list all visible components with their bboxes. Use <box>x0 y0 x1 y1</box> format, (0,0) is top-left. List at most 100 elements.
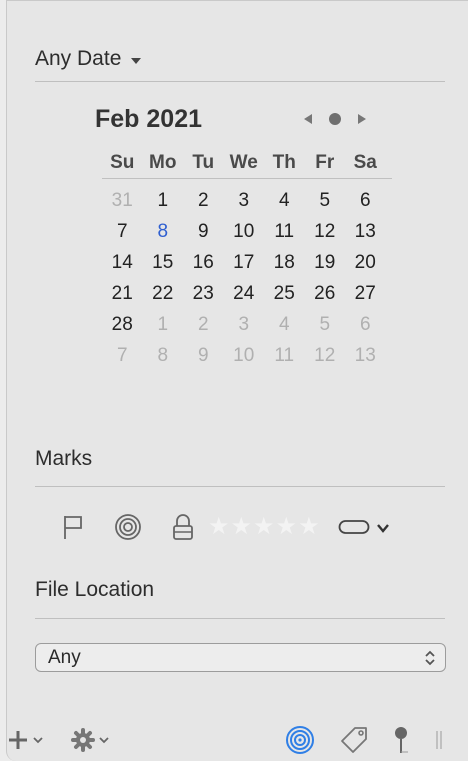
marks-title: Marks <box>35 447 93 470</box>
star-icon[interactable]: ★ <box>208 515 230 539</box>
target-icon[interactable] <box>285 725 315 755</box>
tag-icon[interactable] <box>339 725 369 755</box>
calendar-day[interactable]: 13 <box>345 345 386 367</box>
calendar-week-row: 7 8 9 10 11 12 13 <box>102 216 392 247</box>
calendar-day-today[interactable]: 8 <box>143 221 184 243</box>
calendar-day[interactable]: 1 <box>143 314 184 336</box>
star-icon[interactable]: ★ <box>231 515 253 539</box>
date-filter-dropdown[interactable]: Any Date <box>35 47 445 71</box>
filter-panel: Any Date Feb 2021 Su Mo Tu We Th Fr Sa 31 1 2 3 4 5… <box>6 0 468 761</box>
divider <box>35 486 445 487</box>
calendar-day[interactable]: 25 <box>264 283 305 305</box>
weekday-header: Th <box>272 151 296 173</box>
calendar-day[interactable]: 13 <box>345 221 386 243</box>
date-filter-label: Any Date <box>35 47 122 70</box>
calendar-day[interactable]: 14 <box>102 252 143 274</box>
calendar-day[interactable]: 5 <box>305 190 346 212</box>
calendar-day[interactable]: 27 <box>345 283 386 305</box>
lock-icon[interactable] <box>172 513 194 541</box>
weekday-header: Sa <box>353 151 377 173</box>
chevron-down-icon <box>99 737 109 744</box>
chevron-down-icon[interactable] <box>376 521 390 533</box>
tag-pill-icon[interactable] <box>338 518 370 536</box>
weekday-header: Mo <box>149 151 177 173</box>
calendar-day[interactable]: 12 <box>305 345 346 367</box>
add-menu-button[interactable] <box>7 729 43 751</box>
bottom-toolbar-left <box>7 723 109 757</box>
file-location-select[interactable]: Any <box>35 643 446 672</box>
calendar-day[interactable]: 7 <box>102 345 143 367</box>
star-icon[interactable]: ★ <box>276 515 298 539</box>
calendar-day[interactable]: 11 <box>264 345 305 367</box>
gear-icon <box>71 728 95 752</box>
calendar-day[interactable]: 28 <box>102 314 143 336</box>
calendar-day[interactable]: 20 <box>345 252 386 274</box>
calendar-day[interactable]: 10 <box>224 221 265 243</box>
chevron-down-icon <box>33 737 43 744</box>
previous-month-icon[interactable] <box>304 114 312 124</box>
star-icon[interactable]: ★ <box>298 515 320 539</box>
calendar-day[interactable]: 24 <box>224 283 265 305</box>
divider <box>35 618 445 619</box>
star-icon[interactable]: ★ <box>253 515 275 539</box>
today-dot-icon[interactable] <box>329 113 341 125</box>
rating-stars[interactable]: ★ ★ ★ ★ ★ <box>208 515 320 539</box>
calendar-day[interactable]: 6 <box>345 314 386 336</box>
calendar-day[interactable]: 15 <box>143 252 184 274</box>
resize-handle[interactable] <box>435 729 443 751</box>
bottom-toolbar-right <box>285 723 443 757</box>
calendar-week-row: 28 1 2 3 4 5 6 <box>102 309 392 340</box>
target-icon[interactable] <box>114 513 142 541</box>
calendar-day[interactable]: 10 <box>224 345 265 367</box>
calendar-day[interactable]: 7 <box>102 221 143 243</box>
calendar-grid: Su Mo Tu We Th Fr Sa 31 1 2 3 4 5 6 7 8 9 10 11 12 13 14 15 16… <box>102 147 392 371</box>
weekday-header: Su <box>110 151 135 173</box>
caret-down-icon <box>131 57 142 64</box>
calendar-day[interactable]: 4 <box>264 314 305 336</box>
file-location-value: Any <box>48 646 81 668</box>
calendar-day[interactable]: 18 <box>264 252 305 274</box>
calendar-week-row: 14 15 16 17 18 19 20 <box>102 247 392 278</box>
calendar-day[interactable]: 4 <box>264 190 305 212</box>
calendar-day[interactable]: 3 <box>224 190 265 212</box>
calendar-day[interactable]: 3 <box>224 314 265 336</box>
calendar-day[interactable]: 22 <box>143 283 184 305</box>
calendar-day[interactable]: 1 <box>143 190 184 212</box>
divider <box>35 81 445 82</box>
calendar-day[interactable]: 12 <box>305 221 346 243</box>
calendar-day[interactable]: 5 <box>305 314 346 336</box>
calendar-day[interactable]: 2 <box>183 190 224 212</box>
weekday-header-row: Su Mo Tu We Th Fr Sa <box>102 147 392 178</box>
calendar-day[interactable]: 19 <box>305 252 346 274</box>
marks-row: ★ ★ ★ ★ ★ <box>62 511 390 543</box>
calendar-day[interactable]: 8 <box>143 345 184 367</box>
calendar-month-label: Feb 2021 <box>95 105 203 133</box>
calendar-day[interactable]: 9 <box>183 221 224 243</box>
calendar-day[interactable]: 17 <box>224 252 265 274</box>
calendar-week-row: 21 22 23 24 25 26 27 <box>102 278 392 309</box>
divider <box>102 178 392 179</box>
weekday-header: Tu <box>192 151 215 173</box>
calendar-nav <box>304 113 366 125</box>
action-menu-button[interactable] <box>71 728 109 752</box>
plus-icon <box>9 731 27 749</box>
calendar-week-row: 31 1 2 3 4 5 6 <box>102 185 392 216</box>
pin-icon[interactable] <box>391 725 411 755</box>
next-month-icon[interactable] <box>358 114 366 124</box>
calendar-day[interactable]: 31 <box>102 190 143 212</box>
calendar-week-row: 7 8 9 10 11 12 13 <box>102 340 392 371</box>
calendar-day[interactable]: 11 <box>264 221 305 243</box>
calendar-day[interactable]: 9 <box>183 345 224 367</box>
weekday-header: Fr <box>315 151 335 173</box>
flag-icon[interactable] <box>62 514 84 540</box>
calendar-day[interactable]: 2 <box>183 314 224 336</box>
calendar-day[interactable]: 21 <box>102 283 143 305</box>
calendar-day[interactable]: 23 <box>183 283 224 305</box>
up-down-chevron-icon <box>423 648 437 674</box>
calendar-day[interactable]: 26 <box>305 283 346 305</box>
weekday-header: We <box>229 151 258 173</box>
file-location-title: File Location <box>35 578 155 601</box>
calendar-weeks: 31 1 2 3 4 5 6 7 8 9 10 11 12 13 14 15 16 17 18 19 20 21 22 23 2… <box>102 185 392 371</box>
calendar-day[interactable]: 6 <box>345 190 386 212</box>
calendar-day[interactable]: 16 <box>183 252 224 274</box>
